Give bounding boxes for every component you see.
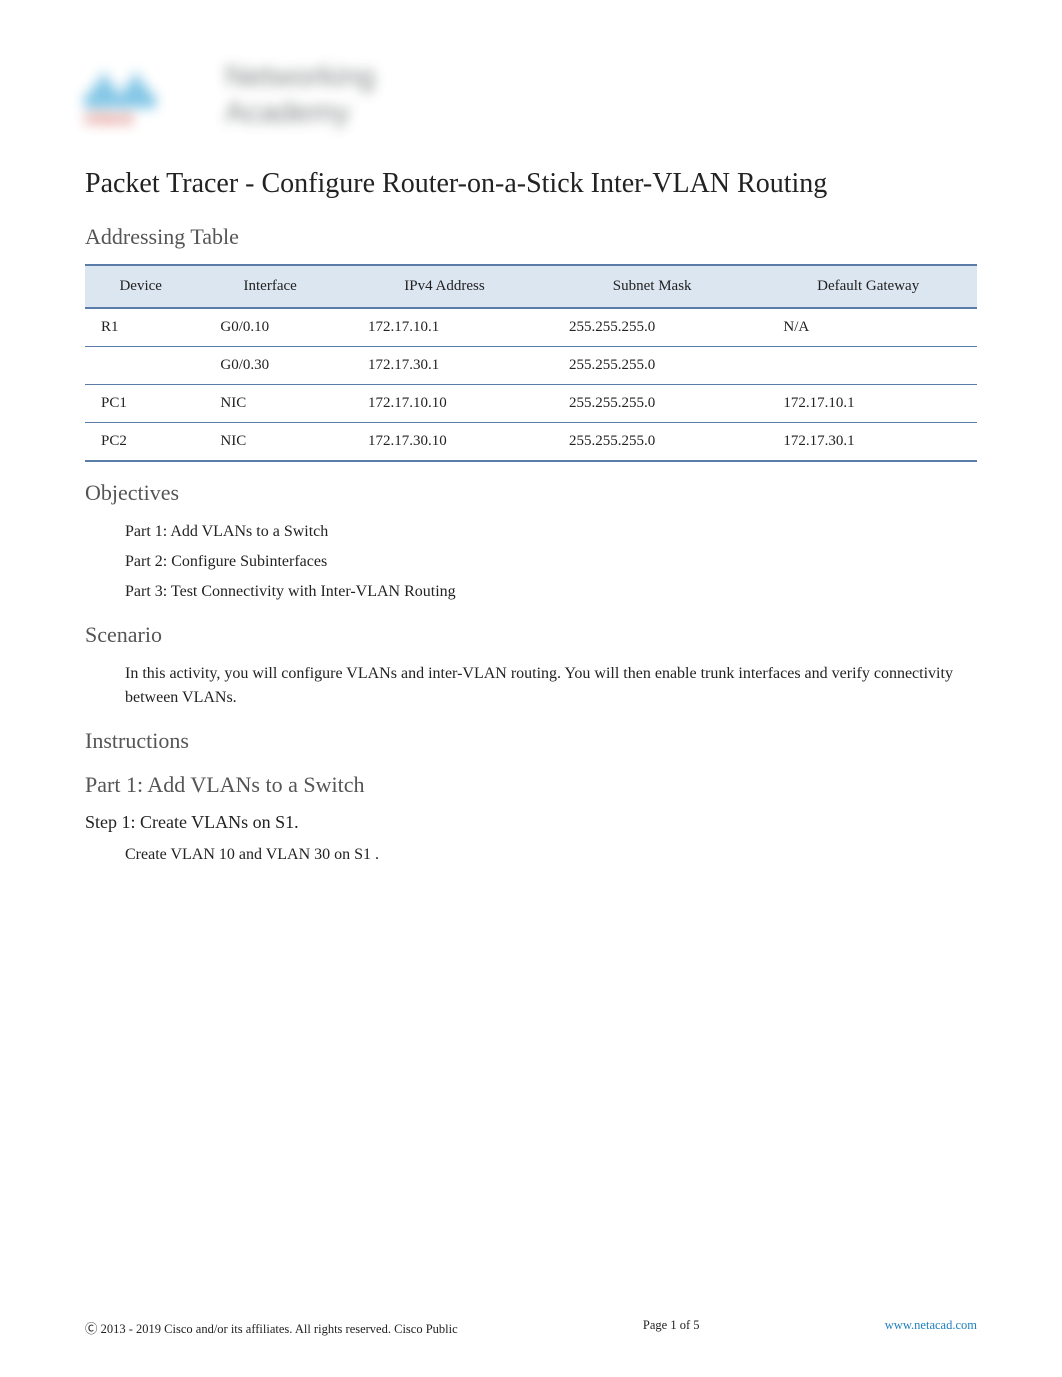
cell-gateway: 172.17.30.1 (759, 423, 977, 462)
cell-interface: NIC (196, 423, 344, 462)
objective-item: Part 3: Test Connectivity with Inter-VLA… (125, 580, 977, 604)
col-device: Device (85, 265, 196, 308)
cell-device: R1 (85, 308, 196, 347)
cell-ip: 172.17.10.10 (344, 385, 545, 423)
part1-heading: Part 1: Add VLANs to a Switch (85, 772, 977, 798)
copyright-icon: Ⓒ (85, 1322, 98, 1336)
objectives-heading: Objectives (85, 480, 977, 506)
logo: cisco Networking Academy (85, 60, 405, 140)
logo-line1: Networking (225, 60, 375, 94)
col-mask: Subnet Mask (545, 265, 759, 308)
table-row: R1 G0/0.10 172.17.10.1 255.255.255.0 N/A (85, 308, 977, 347)
col-ip: IPv4 Address (344, 265, 545, 308)
logo-line2: Academy (225, 96, 350, 130)
cell-interface: NIC (196, 385, 344, 423)
footer-page: Page 1 of 5 (643, 1318, 700, 1337)
cell-device (85, 347, 196, 385)
addressing-heading: Addressing Table (85, 224, 977, 250)
cell-ip: 172.17.30.10 (344, 423, 545, 462)
table-header-row: Device Interface IPv4 Address Subnet Mas… (85, 265, 977, 308)
table-row: G0/0.30 172.17.30.1 255.255.255.0 (85, 347, 977, 385)
cell-ip: 172.17.30.1 (344, 347, 545, 385)
cell-device: PC1 (85, 385, 196, 423)
cell-ip: 172.17.10.1 (344, 308, 545, 347)
table-row: PC2 NIC 172.17.30.10 255.255.255.0 172.1… (85, 423, 977, 462)
logo-brand-text: cisco (85, 108, 134, 129)
cell-gateway: N/A (759, 308, 977, 347)
cell-interface: G0/0.10 (196, 308, 344, 347)
cell-mask: 255.255.255.0 (545, 347, 759, 385)
document-title: Packet Tracer - Configure Router-on-a-St… (85, 168, 977, 200)
logo-bars-icon (85, 68, 155, 108)
table-row: PC1 NIC 172.17.10.10 255.255.255.0 172.1… (85, 385, 977, 423)
cell-gateway (759, 347, 977, 385)
instructions-heading: Instructions (85, 728, 977, 754)
cell-mask: 255.255.255.0 (545, 423, 759, 462)
cell-device: PC2 (85, 423, 196, 462)
scenario-text: In this activity, you will configure VLA… (125, 662, 977, 710)
step1-text: Create VLAN 10 and VLAN 30 on S1 . (125, 843, 977, 867)
col-gateway: Default Gateway (759, 265, 977, 308)
cell-interface: G0/0.30 (196, 347, 344, 385)
addressing-table: Device Interface IPv4 Address Subnet Mas… (85, 264, 977, 462)
objective-item: Part 2: Configure Subinterfaces (125, 550, 977, 574)
step1-heading: Step 1: Create VLANs on S1. (85, 812, 977, 833)
cell-mask: 255.255.255.0 (545, 385, 759, 423)
cell-mask: 255.255.255.0 (545, 308, 759, 347)
cell-gateway: 172.17.10.1 (759, 385, 977, 423)
footer-copyright: Ⓒ 2013 - 2019 Cisco and/or its affiliate… (85, 1318, 458, 1337)
objective-item: Part 1: Add VLANs to a Switch (125, 520, 977, 544)
objectives-list: Part 1: Add VLANs to a Switch Part 2: Co… (125, 520, 977, 604)
col-interface: Interface (196, 265, 344, 308)
page-footer: Ⓒ 2013 - 2019 Cisco and/or its affiliate… (85, 1318, 977, 1337)
footer-copyright-text: 2013 - 2019 Cisco and/or its affiliates.… (98, 1322, 458, 1336)
footer-url: www.netacad.com (885, 1318, 977, 1337)
scenario-heading: Scenario (85, 622, 977, 648)
